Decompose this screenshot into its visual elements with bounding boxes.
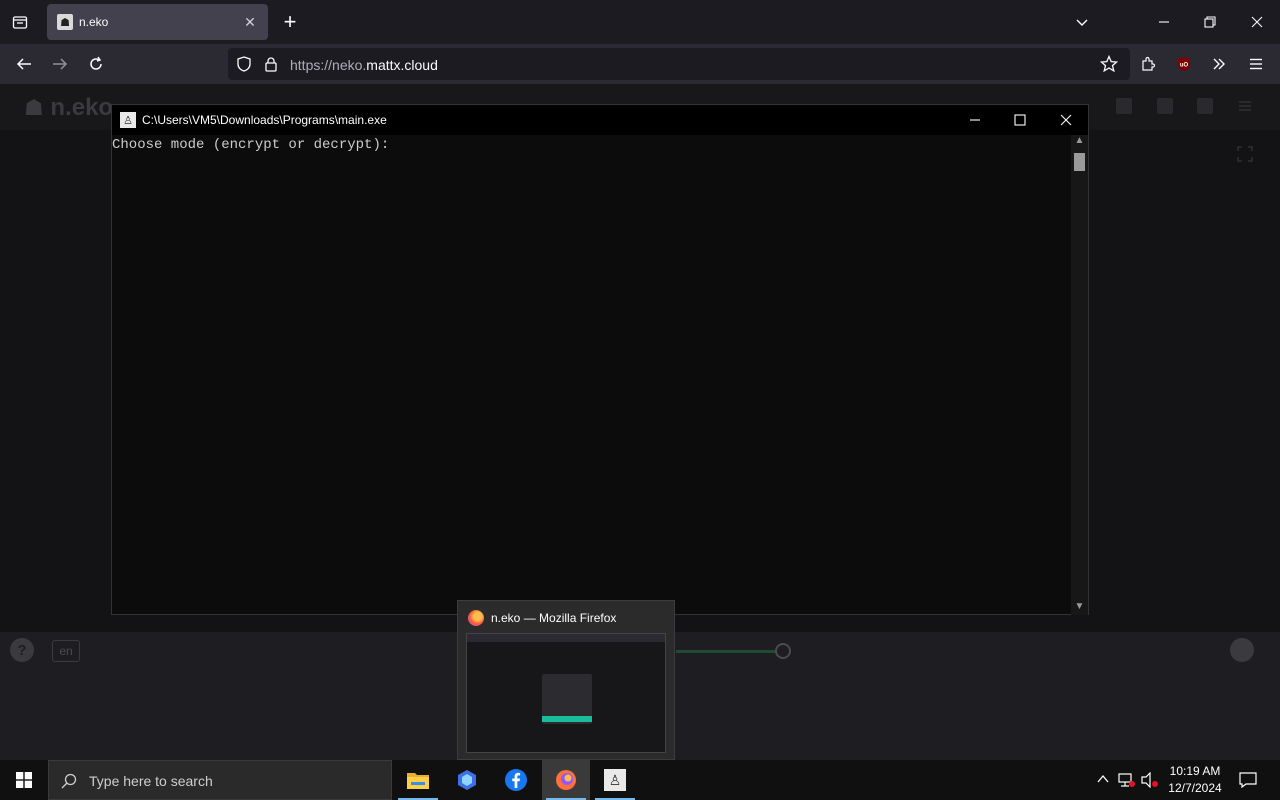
bookmark-star-icon[interactable]: [1099, 54, 1119, 78]
tracking-shield-icon[interactable]: [236, 56, 252, 77]
neko-menu-icon[interactable]: [1237, 98, 1253, 114]
firefox-taskbar-icon[interactable]: [542, 760, 590, 800]
volume-muted-icon[interactable]: [1141, 771, 1159, 793]
console-window: ♙ C:\Users\VM5\Downloads\Programs\main.e…: [111, 104, 1089, 615]
search-placeholder: Type here to search: [89, 773, 213, 789]
lock-icon[interactable]: [264, 56, 278, 77]
system-clock[interactable]: 10:19 AM 12/7/2024: [1160, 763, 1230, 797]
firefox-icon: [468, 610, 484, 626]
svg-text:uO: uO: [1180, 63, 1189, 69]
facebook-icon[interactable]: [492, 760, 540, 800]
neko-stack-icon[interactable]: [1116, 98, 1132, 114]
reload-button[interactable]: [84, 52, 108, 76]
forward-button[interactable]: [48, 52, 72, 76]
minimize-button[interactable]: [1152, 10, 1176, 34]
fullscreen-icon[interactable]: [1237, 146, 1253, 167]
new-tab-button[interactable]: +: [278, 9, 302, 34]
chevron-down-icon[interactable]: [1070, 10, 1094, 34]
overflow-chevrons-icon[interactable]: [1207, 52, 1231, 76]
close-window-button[interactable]: [1245, 10, 1269, 34]
url-bar[interactable]: https://neko.mattx.cloud: [228, 48, 1130, 80]
thumbnail-preview[interactable]: [466, 633, 666, 753]
console-title: C:\Users\VM5\Downloads\Programs\main.exe: [142, 113, 387, 127]
help-icon[interactable]: ?: [10, 638, 34, 662]
ublock-origin-icon[interactable]: uO: [1172, 52, 1196, 76]
console-close-button[interactable]: [1055, 109, 1077, 131]
close-tab-icon[interactable]: ✕: [240, 12, 260, 32]
scroll-up-icon[interactable]: ▲: [1074, 135, 1085, 149]
neko-logo: ☗ n.eko: [24, 94, 113, 122]
extensions-icon[interactable]: [1136, 52, 1160, 76]
file-explorer-icon[interactable]: [394, 760, 442, 800]
network-icon[interactable]: [1118, 772, 1136, 793]
notifications-icon[interactable]: [1239, 772, 1257, 793]
neko-clipboard-icon[interactable]: [1197, 98, 1213, 114]
taskbar-thumbnail[interactable]: n.eko — Mozilla Firefox: [457, 600, 675, 760]
search-icon: [61, 773, 77, 794]
back-button[interactable]: [12, 52, 36, 76]
console-app-icon: ♙: [120, 112, 136, 128]
console-maximize-button[interactable]: [1009, 109, 1031, 131]
language-button[interactable]: en: [52, 640, 80, 662]
scrollbar-thumb[interactable]: [1074, 153, 1085, 171]
neko-favicon-icon: ☗: [57, 14, 73, 30]
browser-nav-bar: https://neko.mattx.cloud uO: [0, 44, 1280, 84]
copilot-icon[interactable]: [443, 760, 491, 800]
windows-taskbar: Type here to search ♙ 10:19 AM 12/7/2024: [0, 760, 1280, 800]
console-scrollbar[interactable]: ▲ ▼: [1071, 135, 1088, 615]
emoji-icon[interactable]: [1230, 638, 1254, 662]
neko-logo-icon: ☗: [24, 95, 44, 120]
taskbar-search-box[interactable]: Type here to search: [48, 760, 392, 800]
volume-slider-track[interactable]: [676, 650, 780, 653]
console-app-taskbar-icon[interactable]: ♙: [591, 760, 639, 800]
tab-title: n.eko: [79, 15, 109, 29]
browser-tab[interactable]: ☗ n.eko ✕: [47, 4, 268, 40]
browser-tab-bar: ☗ n.eko ✕ +: [0, 0, 1280, 44]
volume-slider-knob[interactable]: [775, 643, 791, 659]
console-minimize-button[interactable]: [964, 109, 986, 131]
thumbnail-title: n.eko — Mozilla Firefox: [491, 611, 617, 625]
console-output-line: Choose mode (encrypt or decrypt):: [112, 137, 390, 153]
show-hidden-icons-chevron-icon[interactable]: [1096, 772, 1110, 791]
windows-start-button[interactable]: [0, 760, 48, 800]
scroll-down-icon[interactable]: ▼: [1074, 601, 1085, 615]
hamburger-menu-icon[interactable]: [1244, 52, 1268, 76]
clock-date: 12/7/2024: [1168, 781, 1222, 795]
console-output[interactable]: Choose mode (encrypt or decrypt):: [112, 135, 1072, 615]
clock-time: 10:19 AM: [1169, 764, 1221, 778]
neko-logo-text: n.eko: [50, 94, 114, 121]
tab-list-icon[interactable]: [8, 10, 32, 34]
console-titlebar[interactable]: ♙ C:\Users\VM5\Downloads\Programs\main.e…: [112, 105, 1088, 135]
neko-lock-icon[interactable]: [1157, 98, 1173, 114]
url-text[interactable]: https://neko.mattx.cloud: [290, 57, 438, 73]
restore-button[interactable]: [1198, 10, 1222, 34]
